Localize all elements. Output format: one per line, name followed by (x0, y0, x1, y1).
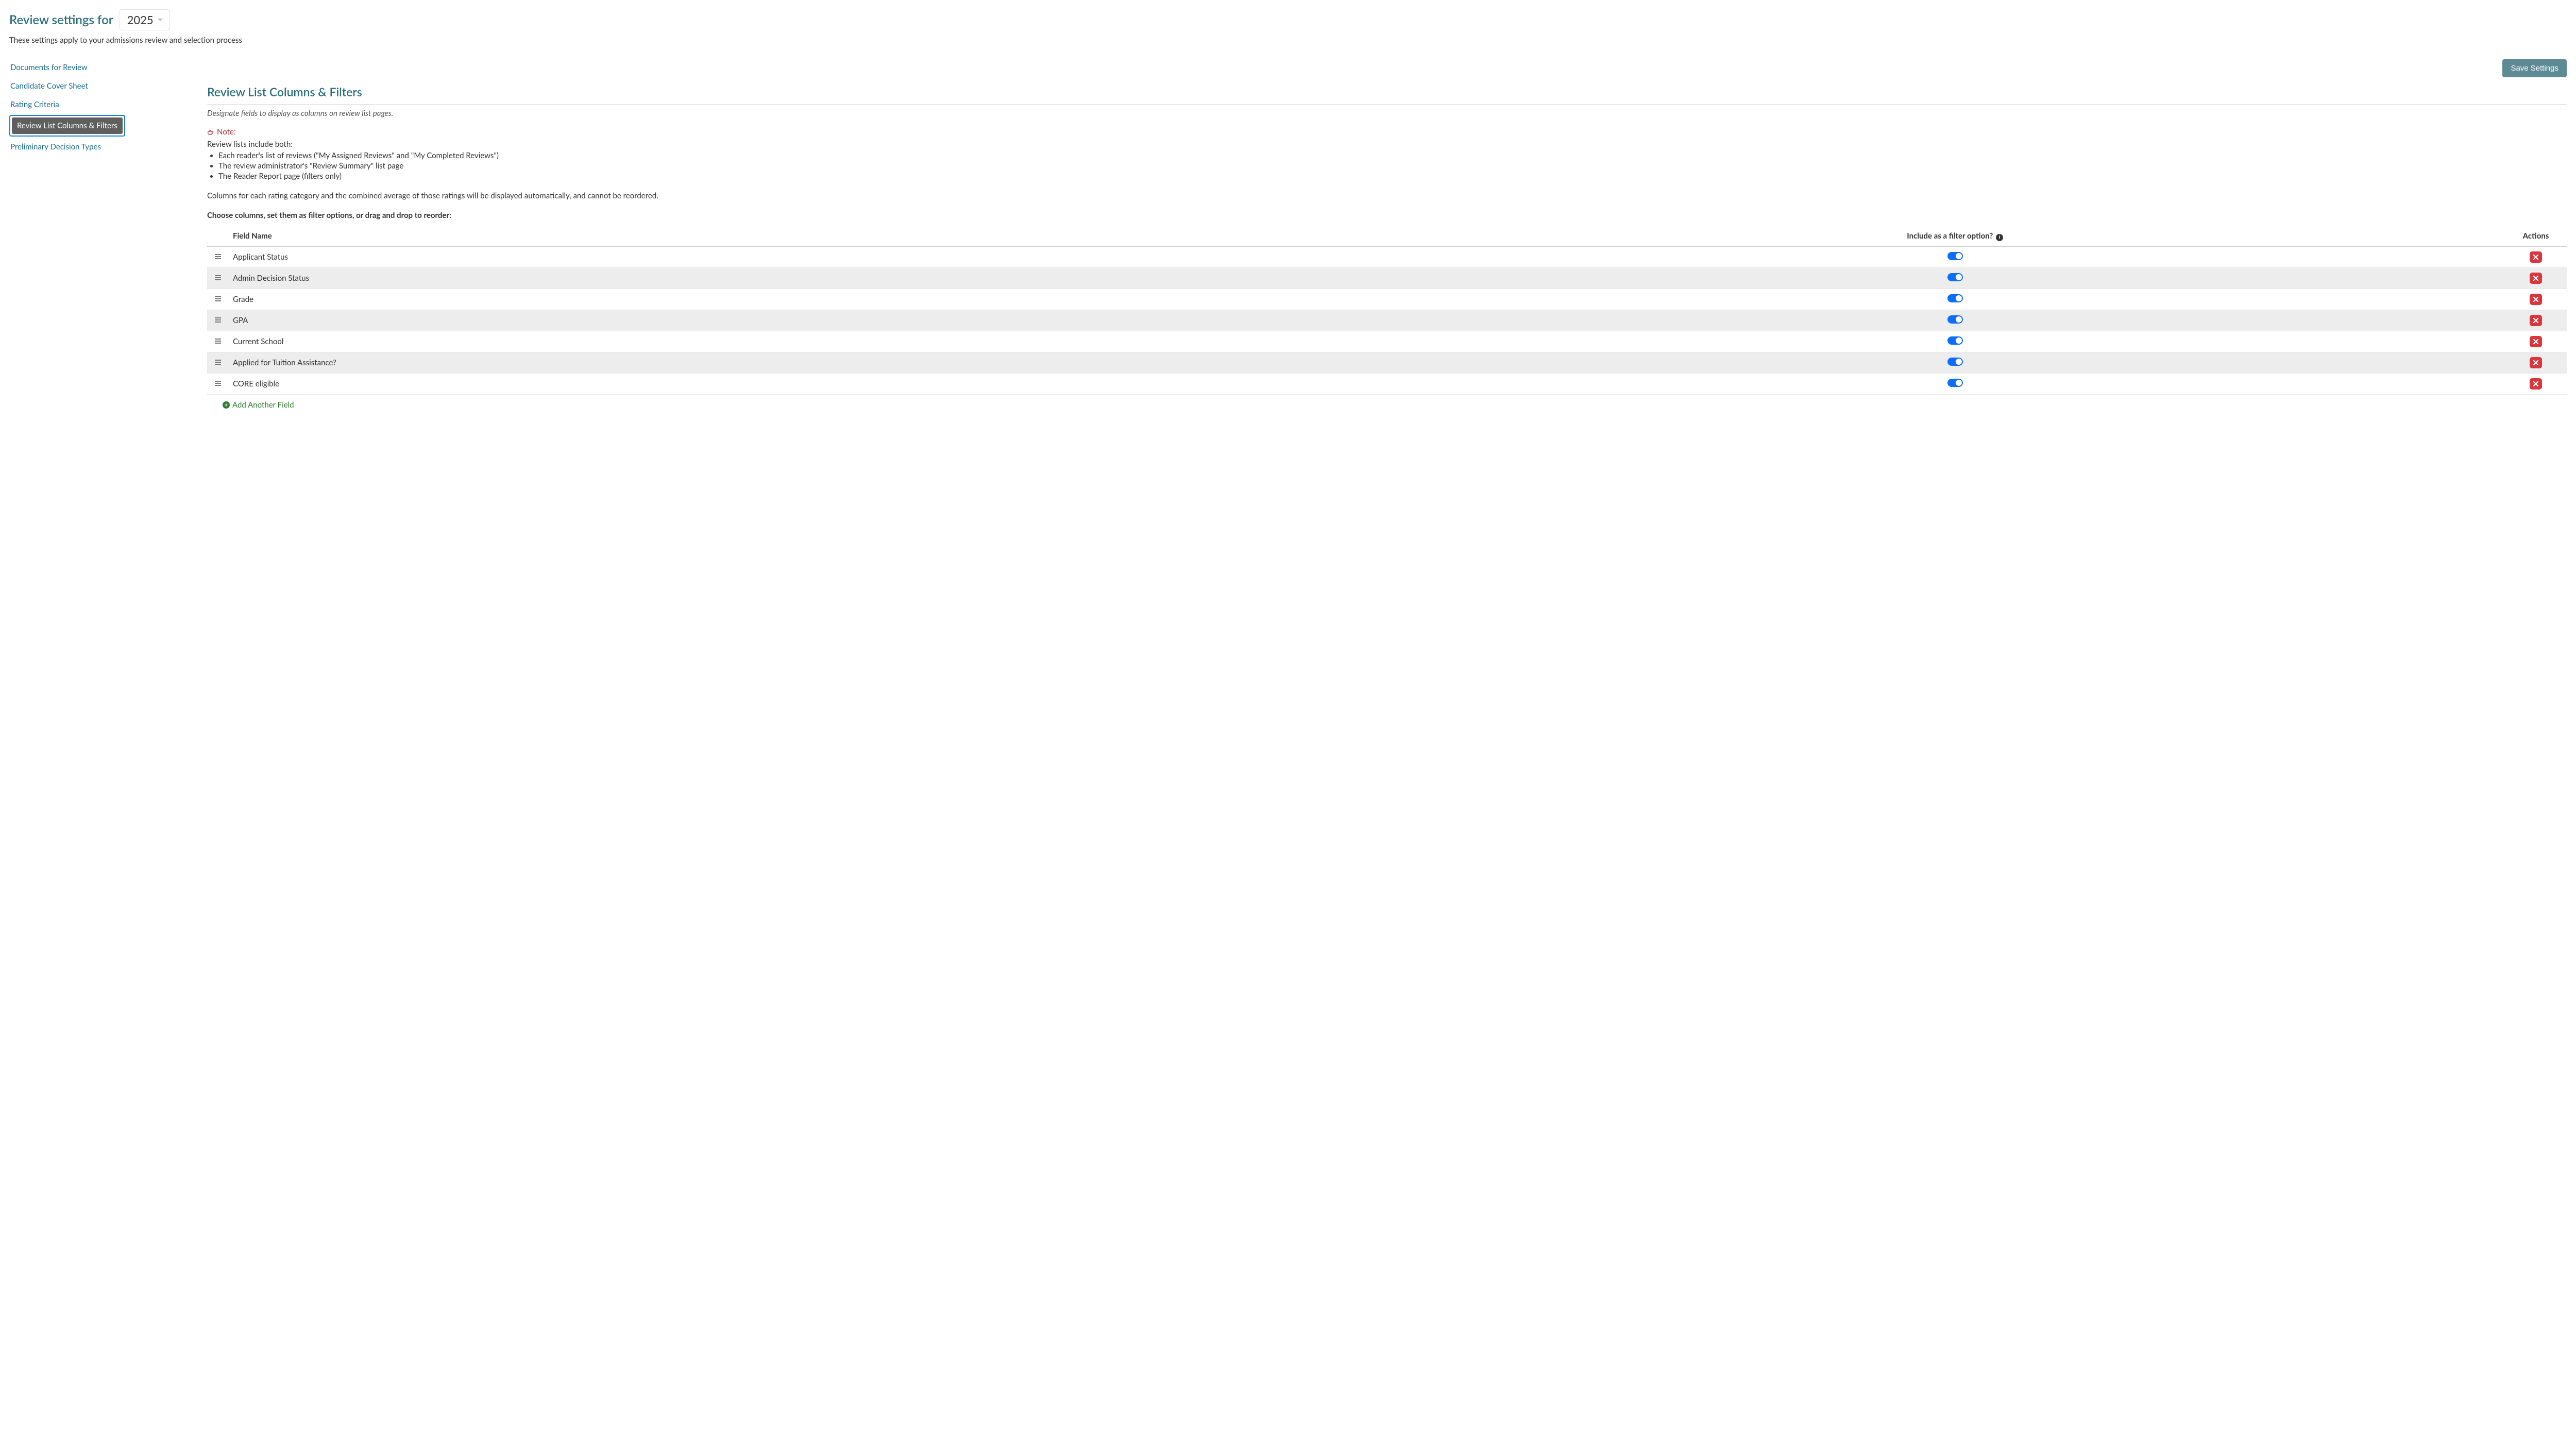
drag-handle-icon[interactable] (214, 253, 222, 260)
field-name-cell: Admin Decision Status (229, 267, 1405, 289)
note-body: Review lists include both: Each reader's… (207, 140, 2567, 181)
delete-button[interactable] (2530, 315, 2542, 326)
field-name-cell: GPA (229, 310, 1405, 331)
drag-handle-icon[interactable] (214, 338, 222, 344)
section-title: Review List Columns & Filters (207, 84, 2567, 99)
col-header-filter-label: Include as a filter option? (1907, 231, 1993, 241)
page-header: Review settings for 2025 (9, 9, 2567, 30)
delete-button[interactable] (2530, 336, 2542, 347)
fields-table: Field Name Include as a filter option? i… (207, 226, 2567, 395)
field-name-cell: Applied for Tuition Assistance? (229, 352, 1405, 373)
section-intro: Designate fields to display as columns o… (207, 109, 2567, 118)
note-heading: Review lists include both: (207, 140, 293, 149)
sidebar-item-cover-sheet[interactable]: Candidate Cover Sheet (9, 78, 89, 94)
sidebar-item-preliminary[interactable]: Preliminary Decision Types (9, 139, 102, 155)
filter-toggle[interactable] (1947, 379, 1963, 387)
sidebar: Documents for Review Candidate Cover She… (9, 59, 205, 410)
add-another-field-link[interactable]: + Add Another Field (223, 400, 294, 410)
drag-handle-icon[interactable] (214, 296, 222, 302)
field-name-cell: CORE eligible (229, 373, 1405, 394)
delete-button[interactable] (2530, 273, 2542, 284)
table-row: Current School (207, 331, 2567, 352)
note-label-text: Note: (217, 127, 236, 137)
filter-toggle[interactable] (1947, 252, 1963, 260)
section-divider (207, 104, 2567, 105)
delete-button[interactable] (2530, 251, 2542, 263)
note-bullet: The review administrator's "Review Summa… (218, 161, 2567, 171)
col-header-filter: Include as a filter option? i (1405, 226, 2505, 246)
table-row: Grade (207, 289, 2567, 310)
add-another-label: Add Another Field (232, 400, 294, 410)
note-bullet: The Reader Report page (filters only) (218, 172, 2567, 181)
info-icon[interactable]: i (1996, 234, 2003, 241)
filter-toggle[interactable] (1947, 358, 1963, 366)
page-subtitle: These settings apply to your admissions … (9, 36, 2567, 45)
year-select[interactable]: 2025 (120, 9, 170, 30)
drag-handle-icon[interactable] (214, 275, 222, 281)
delete-button[interactable] (2530, 378, 2542, 390)
col-header-drag (207, 226, 229, 246)
filter-toggle[interactable] (1947, 294, 1963, 302)
auto-columns-text: Columns for each rating category and the… (207, 191, 2567, 200)
col-header-field-name: Field Name (229, 226, 1405, 246)
sidebar-item-highlight: Review List Columns & Filters (9, 115, 125, 137)
filter-toggle[interactable] (1947, 273, 1963, 281)
field-name-cell: Current School (229, 331, 1405, 352)
plus-circle-icon: + (223, 401, 230, 409)
filter-toggle[interactable] (1947, 336, 1963, 345)
field-name-cell: Grade (229, 289, 1405, 310)
table-row: GPA (207, 310, 2567, 331)
col-header-actions: Actions (2505, 226, 2567, 246)
save-button[interactable]: Save Settings (2502, 59, 2567, 77)
table-row: CORE eligible (207, 373, 2567, 394)
hand-point-right-icon (207, 128, 214, 136)
note-label: Note: (207, 127, 236, 137)
note-bullet: Each reader's list of reviews ("My Assig… (218, 151, 2567, 160)
year-value: 2025 (127, 13, 154, 27)
drag-handle-icon[interactable] (214, 317, 222, 323)
table-row: Applicant Status (207, 246, 2567, 267)
page-title: Review settings for (9, 12, 113, 27)
sidebar-item-documents[interactable]: Documents for Review (9, 59, 89, 76)
delete-button[interactable] (2530, 294, 2542, 305)
content-area: Save Settings Review List Columns & Filt… (205, 59, 2567, 410)
table-row: Applied for Tuition Assistance? (207, 352, 2567, 373)
delete-button[interactable] (2530, 357, 2542, 368)
sidebar-item-rating[interactable]: Rating Criteria (9, 96, 60, 113)
drag-handle-icon[interactable] (214, 380, 222, 386)
sidebar-item-columns-filters[interactable]: Review List Columns & Filters (12, 117, 123, 134)
filter-toggle[interactable] (1947, 315, 1963, 324)
chevron-down-icon (158, 19, 163, 21)
table-row: Admin Decision Status (207, 267, 2567, 289)
drag-handle-icon[interactable] (214, 359, 222, 365)
field-name-cell: Applicant Status (229, 246, 1405, 267)
note-bullets: Each reader's list of reviews ("My Assig… (218, 151, 2567, 181)
choose-columns-text: Choose columns, set them as filter optio… (207, 211, 2567, 220)
